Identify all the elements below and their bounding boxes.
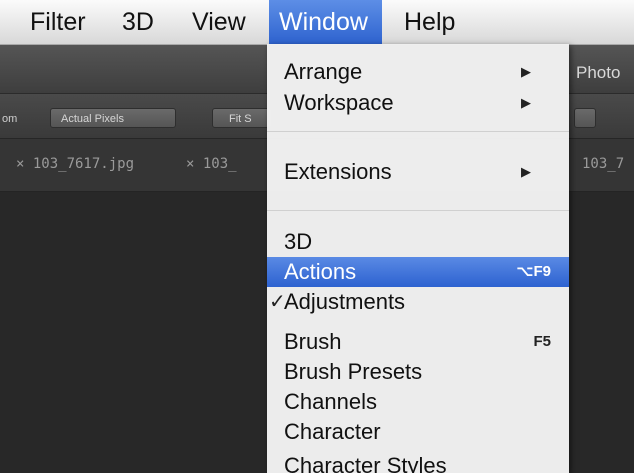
- submenu-arrow-icon: ▶: [521, 95, 531, 110]
- menu-item-3d[interactable]: 3D: [267, 227, 569, 257]
- menu-item-label: Character Styles: [284, 453, 447, 473]
- menu-item-label: Arrange: [284, 59, 363, 84]
- menu-item-shortcut: ⌥F9: [516, 263, 551, 280]
- menu-item-label: Brush: [284, 329, 342, 354]
- menu-item-shortcut: F5: [533, 333, 551, 350]
- menu-item-label: Extensions: [284, 159, 392, 184]
- document-tab-3[interactable]: 103_7: [582, 156, 624, 172]
- menu-bar: Filter 3D View Window Help: [0, 0, 634, 45]
- window-menu-dropdown: Arrange ▶ Workspace ▶ Extensions ▶ 3D Ac…: [267, 44, 569, 473]
- fit-screen-button[interactable]: Fit S: [212, 108, 272, 128]
- menu-separator: [267, 131, 569, 132]
- menu-item-label: Channels: [284, 389, 377, 414]
- zoom-label: om: [2, 113, 18, 125]
- menu-item-label: Adjustments: [284, 289, 406, 314]
- menu-item-character[interactable]: Character: [267, 417, 569, 447]
- document-tab-2[interactable]: × 103_: [186, 156, 237, 172]
- document-tab-1[interactable]: × 103_7617.jpg: [16, 156, 134, 172]
- menu-item-channels[interactable]: Channels: [267, 387, 569, 417]
- menu-item-brush[interactable]: Brush F5: [267, 327, 569, 357]
- options-button[interactable]: [574, 108, 596, 128]
- menu-item-label: Brush Presets: [284, 359, 423, 384]
- menu-item-label: Actions: [284, 259, 357, 284]
- submenu-arrow-icon: ▶: [521, 64, 531, 79]
- menu-item-workspace[interactable]: Workspace ▶: [267, 88, 569, 118]
- menu-item-label: Character: [284, 419, 381, 444]
- menu-help[interactable]: Help: [398, 0, 461, 44]
- menu-item-actions[interactable]: Actions ⌥F9: [267, 257, 569, 287]
- menu-item-brush-presets[interactable]: Brush Presets: [267, 357, 569, 387]
- menu-3d[interactable]: 3D: [116, 0, 160, 44]
- menu-item-character-styles[interactable]: Character Styles: [267, 451, 569, 473]
- actual-pixels-button[interactable]: Actual Pixels: [50, 108, 176, 128]
- menu-item-label: Workspace: [284, 90, 394, 115]
- app-title: Photo: [576, 63, 621, 82]
- menu-item-arrange[interactable]: Arrange ▶: [267, 57, 569, 87]
- menu-separator: [267, 210, 569, 211]
- menu-filter[interactable]: Filter: [24, 0, 92, 44]
- menu-window[interactable]: Window: [269, 0, 382, 44]
- menu-item-extensions[interactable]: Extensions ▶: [267, 157, 569, 187]
- menu-view[interactable]: View: [186, 0, 252, 44]
- menu-item-label: 3D: [284, 229, 313, 254]
- menu-item-adjustments[interactable]: ✓ Adjustments: [267, 287, 569, 317]
- submenu-arrow-icon: ▶: [521, 164, 531, 179]
